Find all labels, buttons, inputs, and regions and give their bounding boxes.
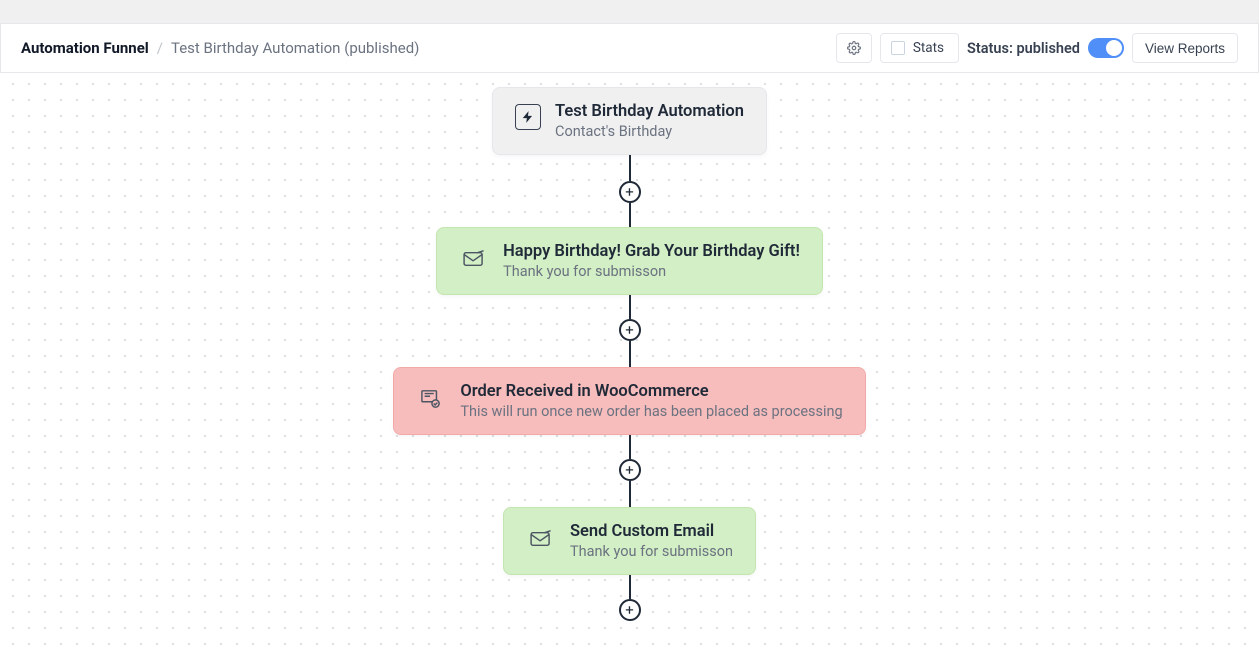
view-reports-button[interactable]: View Reports xyxy=(1132,33,1238,63)
connector-line xyxy=(629,203,631,227)
breadcrumb-separator: / xyxy=(157,39,163,57)
status-label: Status: published xyxy=(967,40,1080,57)
status-toggle[interactable] xyxy=(1088,38,1124,58)
flow-column: Test Birthday Automation Contact's Birth… xyxy=(0,87,1259,621)
stats-label: Stats xyxy=(913,40,944,56)
add-step-button[interactable]: + xyxy=(619,459,641,481)
cart-icon xyxy=(416,384,446,414)
node-subtitle: Contact's Birthday xyxy=(555,123,744,140)
node-subtitle: This will run once new order has been pl… xyxy=(460,403,842,420)
action-node-email[interactable]: Happy Birthday! Grab Your Birthday Gift!… xyxy=(436,227,823,295)
add-step-button[interactable]: + xyxy=(619,319,641,341)
node-title: Happy Birthday! Grab Your Birthday Gift! xyxy=(503,242,800,261)
settings-button[interactable] xyxy=(836,33,872,63)
flow-canvas[interactable]: Test Birthday Automation Contact's Birth… xyxy=(0,73,1259,649)
header-bar: Automation Funnel / Test Birthday Automa… xyxy=(0,23,1259,73)
connector-line xyxy=(629,341,631,367)
breadcrumb-root[interactable]: Automation Funnel xyxy=(21,39,149,57)
bolt-icon xyxy=(515,104,541,130)
mail-icon xyxy=(459,244,489,274)
breadcrumb-current: Test Birthday Automation (published) xyxy=(171,39,419,57)
top-spacer xyxy=(0,0,1259,23)
gear-icon xyxy=(847,41,861,55)
header-actions: Stats Status: published View Reports xyxy=(836,33,1238,63)
trigger-node[interactable]: Test Birthday Automation Contact's Birth… xyxy=(492,87,767,155)
breadcrumb: Automation Funnel / Test Birthday Automa… xyxy=(21,39,419,57)
checkbox-icon xyxy=(891,41,905,55)
connector-line xyxy=(629,295,631,319)
node-title: Send Custom Email xyxy=(570,522,733,541)
add-step-button[interactable]: + xyxy=(619,599,641,621)
connector-line xyxy=(629,155,631,181)
action-node-order[interactable]: Order Received in WooCommerce This will … xyxy=(393,367,865,435)
connector-line xyxy=(629,575,631,599)
connector-line xyxy=(629,481,631,507)
mail-icon xyxy=(526,524,556,554)
action-node-email[interactable]: Send Custom Email Thank you for submisso… xyxy=(503,507,756,575)
add-step-button[interactable]: + xyxy=(619,181,641,203)
node-title: Order Received in WooCommerce xyxy=(460,382,842,401)
node-subtitle: Thank you for submisson xyxy=(570,543,733,560)
connector-line xyxy=(629,435,631,459)
stats-toggle[interactable]: Stats xyxy=(880,33,959,63)
node-title: Test Birthday Automation xyxy=(555,102,744,121)
node-subtitle: Thank you for submisson xyxy=(503,263,800,280)
